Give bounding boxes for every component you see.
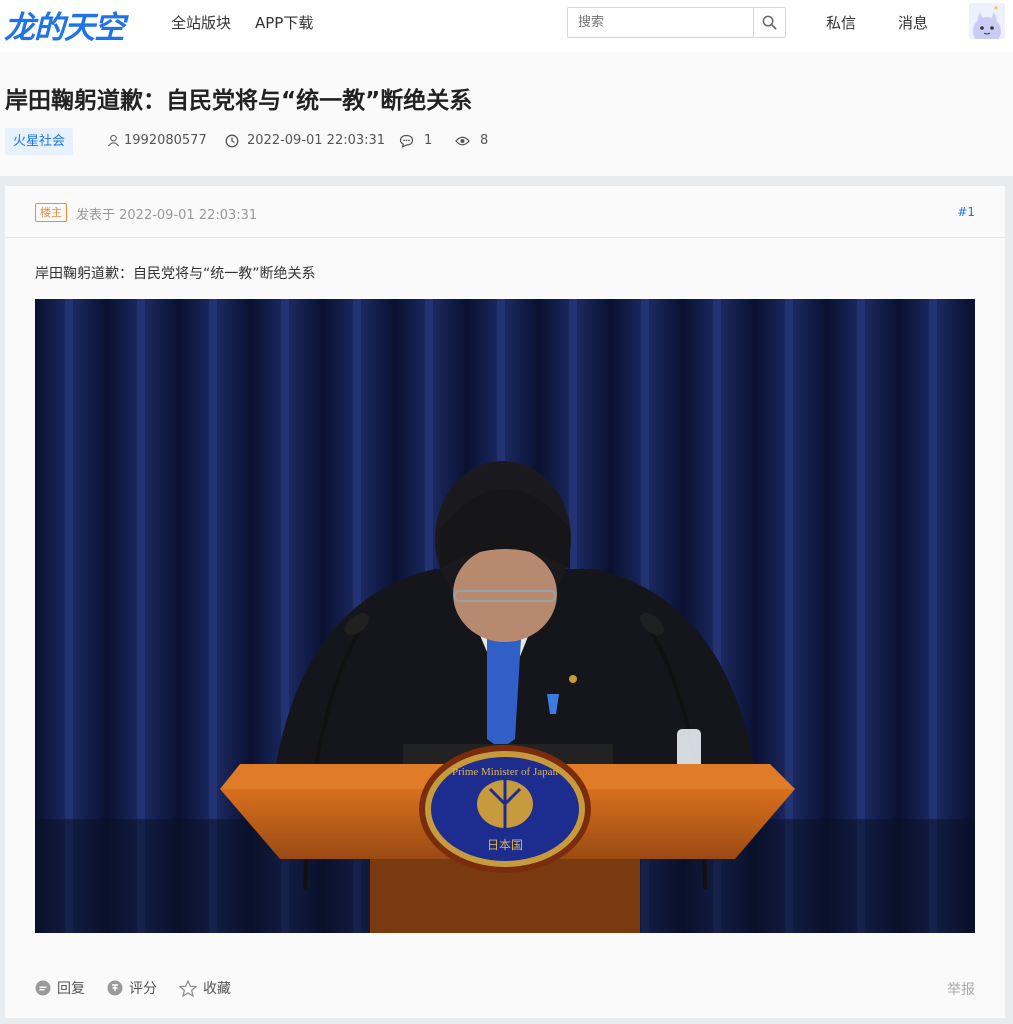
user-icon xyxy=(107,134,120,147)
owner-badge: 楼主 xyxy=(35,203,67,222)
comment-count: 1 xyxy=(424,133,433,148)
eye-icon xyxy=(455,136,470,145)
post-datetime: 2022-09-01 22:03:31 xyxy=(247,133,386,148)
favorite-button[interactable]: 收藏 xyxy=(179,978,231,998)
clock-icon xyxy=(225,134,239,147)
rate-icon xyxy=(107,980,123,996)
nav-app-download[interactable]: APP下载 xyxy=(255,12,313,33)
thread-header: 岸田鞠躬道歉：自民党将与“统一教”断绝关系 火星社会 1992080577 20… xyxy=(0,52,1013,176)
post-card: 楼主 发表于 2022-09-01 22:03:31 #1 岸田鞠躬道歉：自民党… xyxy=(5,186,1005,1018)
seal-text-top: Prime Minister of Japan xyxy=(452,766,559,778)
comment-icon xyxy=(399,134,414,148)
author-name[interactable]: 1992080577 xyxy=(124,133,207,148)
search-box xyxy=(567,7,786,38)
post-time: 发表于 2022-09-01 22:03:31 xyxy=(76,208,258,223)
nav-notifications[interactable]: 消息 xyxy=(898,12,928,33)
comments-meta: 1 xyxy=(399,133,432,148)
star-icon xyxy=(179,979,197,997)
floor-number-link[interactable]: #1 xyxy=(957,205,975,219)
reply-icon xyxy=(35,980,51,996)
reply-button[interactable]: 回复 xyxy=(35,978,85,998)
search-icon xyxy=(762,15,777,30)
avatar[interactable] xyxy=(969,3,1005,39)
post-image[interactable]: Prime Minister of Japan 日本国 xyxy=(35,299,975,933)
press-conference-photo: Prime Minister of Japan 日本国 xyxy=(35,299,975,933)
views-meta: 8 xyxy=(455,133,488,148)
view-count: 8 xyxy=(480,133,489,148)
post-header: 楼主 发表于 2022-09-01 22:03:31 #1 xyxy=(5,186,1005,238)
search-button[interactable] xyxy=(753,8,785,37)
nav-all-boards[interactable]: 全站版块 xyxy=(171,12,231,33)
seal-text-bottom: 日本国 xyxy=(487,838,523,852)
reply-label: 回复 xyxy=(57,981,85,997)
nav-private-messages[interactable]: 私信 xyxy=(826,12,856,33)
author-meta[interactable]: 1992080577 xyxy=(107,133,207,148)
avatar-image xyxy=(969,3,1005,39)
post-content: 岸田鞠躬道歉：自民党将与“统一教”断绝关系 xyxy=(35,266,316,282)
favorite-label: 收藏 xyxy=(203,981,231,997)
category-tag[interactable]: 火星社会 xyxy=(5,128,74,155)
report-button[interactable]: 举报 xyxy=(947,979,975,999)
page-title: 岸田鞠躬道歉：自民党将与“统一教”断绝关系 xyxy=(5,88,473,114)
post-actions: 回复 评分 收藏 xyxy=(35,978,231,998)
rate-label: 评分 xyxy=(129,981,157,997)
date-meta: 2022-09-01 22:03:31 xyxy=(225,133,385,148)
rate-button[interactable]: 评分 xyxy=(107,978,157,998)
search-input[interactable] xyxy=(568,8,754,37)
site-logo[interactable]: 龙的天空 xyxy=(4,2,125,47)
top-navbar: 龙的天空 全站版块 APP下载 私信 消息 xyxy=(0,0,1013,52)
